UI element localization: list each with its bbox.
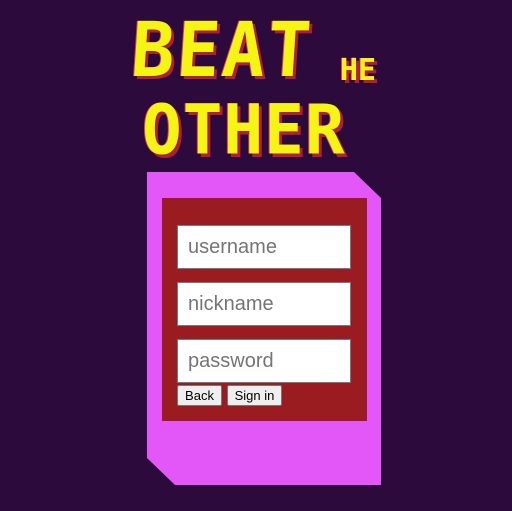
- logo-word-the: HE: [340, 53, 377, 88]
- username-input[interactable]: [177, 225, 351, 269]
- back-button[interactable]: Back: [177, 385, 222, 406]
- sign-in-button[interactable]: Sign in: [227, 385, 282, 406]
- logo-word-beat: BEAT: [128, 5, 316, 94]
- logo-word-other: OTHER: [142, 89, 346, 171]
- nickname-input[interactable]: [177, 282, 351, 326]
- password-input[interactable]: [177, 339, 351, 383]
- game-logo: BEAT HE OTHER: [129, 6, 384, 171]
